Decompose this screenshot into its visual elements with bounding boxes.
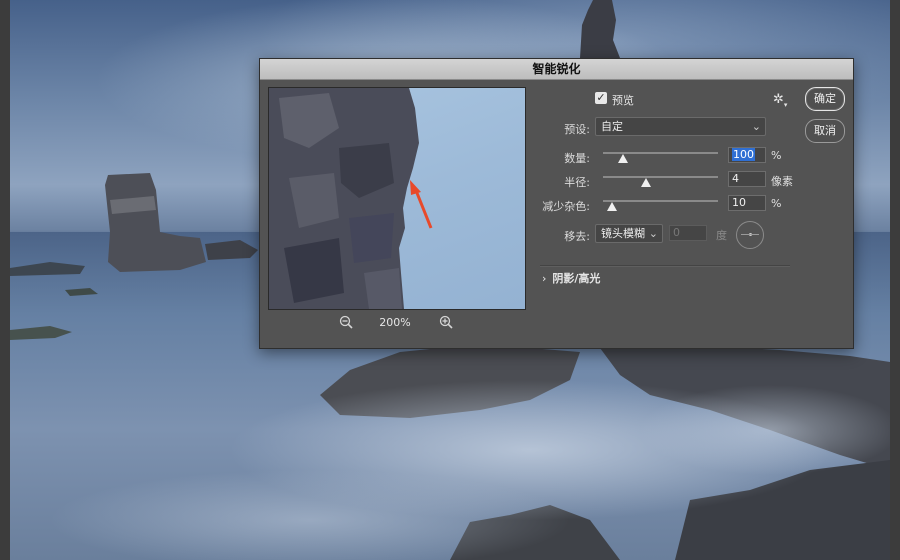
angle-dial-icon[interactable]	[736, 221, 764, 249]
angle-unit: 度	[716, 229, 727, 242]
amount-label: 数量:	[564, 152, 590, 165]
amount-unit: %	[771, 149, 782, 162]
chevron-down-icon: ⌄	[648, 227, 658, 240]
amount-input[interactable]: 100	[728, 147, 766, 163]
shadows-highlights-label: 阴影/高光	[552, 272, 601, 285]
angle-input[interactable]: 0	[669, 225, 707, 241]
radius-input[interactable]: 4	[728, 171, 766, 187]
reduce-noise-label: 减少杂色:	[542, 200, 590, 213]
canvas-edge-left	[0, 0, 10, 560]
red-arrow-annotation	[410, 180, 433, 229]
zoom-level: 200%	[379, 316, 411, 329]
radius-slider-track[interactable]	[603, 176, 718, 178]
radius-label: 半径:	[564, 176, 590, 189]
preset-select[interactable]: 自定 ⌄	[595, 117, 766, 136]
reduce-noise-input[interactable]: 10	[728, 195, 766, 211]
reduce-noise-slider-track[interactable]	[603, 200, 718, 202]
preset-value: 自定	[601, 120, 623, 133]
zoom-in-icon[interactable]	[439, 315, 453, 329]
remove-label: 移去:	[564, 230, 590, 243]
canvas-edge-right	[890, 0, 900, 560]
remove-select[interactable]: 镜头模糊 ⌄	[595, 224, 663, 243]
radius-unit: 像素	[771, 175, 793, 188]
cancel-button[interactable]: 取消	[805, 119, 845, 143]
preview-checkbox[interactable]: ✓	[595, 92, 607, 104]
radius-slider-thumb[interactable]	[641, 178, 651, 187]
shadows-highlights-toggle[interactable]: › 阴影/高光	[542, 270, 600, 286]
preset-label: 预设:	[564, 123, 590, 136]
preview-window[interactable]	[268, 87, 526, 310]
ok-button[interactable]: 确定	[805, 87, 845, 111]
amount-slider-thumb[interactable]	[618, 154, 628, 163]
reduce-noise-slider-thumb[interactable]	[607, 202, 617, 211]
chevron-right-icon: ›	[542, 272, 547, 285]
divider	[540, 265, 790, 267]
smart-sharpen-dialog: 智能锐化 200% ✓ 预览 ✲▾ 确定 取消 预设: 自定 ⌄ 数量: 100…	[259, 58, 854, 349]
chevron-down-icon: ⌄	[751, 120, 761, 133]
preview-image	[269, 88, 433, 309]
gear-icon[interactable]: ✲▾	[773, 92, 787, 109]
dialog-title[interactable]: 智能锐化	[260, 59, 853, 80]
preview-checkbox-label[interactable]: 预览	[612, 92, 634, 108]
reduce-noise-unit: %	[771, 197, 782, 210]
zoom-out-icon[interactable]	[339, 315, 353, 329]
remove-value: 镜头模糊	[601, 227, 645, 240]
